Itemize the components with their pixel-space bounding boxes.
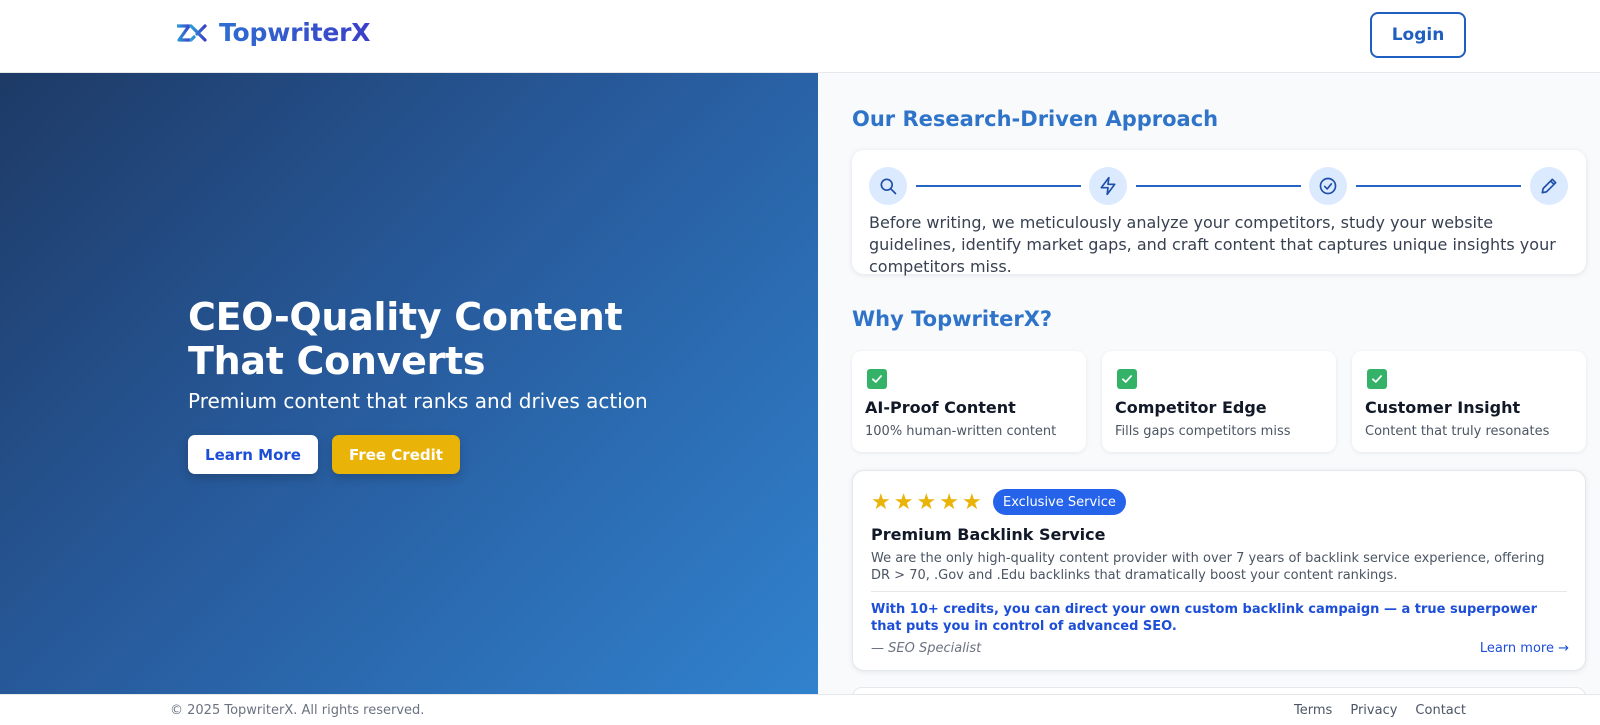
backlink-service-card: ★ ★ ★ ★ ★ Exclusive Service Premium Back… xyxy=(852,470,1586,671)
exclusive-badge: Exclusive Service xyxy=(993,489,1126,515)
backlink-description: We are the only high-quality content pro… xyxy=(871,551,1545,583)
feature-title: Competitor Edge xyxy=(1115,398,1267,417)
feature-description: Fills gaps competitors miss xyxy=(1115,424,1291,439)
checkbox-checked-icon xyxy=(867,369,887,389)
lightning-icon xyxy=(1089,167,1127,205)
star-icon: ★ xyxy=(939,490,959,515)
star-icon: ★ xyxy=(916,490,937,515)
feature-title: Customer Insight xyxy=(1365,398,1521,417)
search-icon xyxy=(869,167,907,205)
logo-mark-icon xyxy=(177,23,207,42)
terms-link[interactable]: Terms xyxy=(1294,703,1332,718)
star-icon: ★ xyxy=(961,490,982,515)
feature-description: 100% human-written content xyxy=(865,424,1057,439)
footer-links: Terms Privacy Contact xyxy=(1294,703,1466,718)
hero-title: CEO-Quality Content That Converts xyxy=(188,295,623,383)
check-circle-icon xyxy=(1309,167,1347,205)
checkbox-checked-icon xyxy=(1117,369,1137,389)
approach-card: Before writing, we meticulously analyze … xyxy=(852,150,1586,276)
step-connector xyxy=(1136,185,1301,187)
approach-description: Before writing, we meticulously analyze … xyxy=(869,213,1556,276)
learn-more-button[interactable]: Learn More xyxy=(188,435,318,474)
site-header: TopwriterX Login xyxy=(0,0,1600,73)
copyright-text: © 2025 TopwriterX. All rights reserved. xyxy=(170,703,425,718)
backlink-learn-more-link[interactable]: Learn more → xyxy=(1480,641,1569,656)
step-connector xyxy=(916,185,1081,187)
why-title: Why TopwriterX? xyxy=(852,307,1053,331)
login-button[interactable]: Login xyxy=(1370,12,1466,58)
free-credit-button[interactable]: Free Credit xyxy=(332,435,460,474)
feature-card: Competitor Edge Fills gaps competitors m… xyxy=(1102,351,1336,452)
star-icon: ★ xyxy=(893,490,914,515)
checkbox-checked-icon xyxy=(1367,369,1387,389)
star-rating: ★ ★ ★ ★ ★ xyxy=(871,492,982,514)
logo[interactable]: TopwriterX xyxy=(175,18,371,47)
pencil-icon xyxy=(1530,167,1568,205)
feature-description: Content that truly resonates xyxy=(1365,424,1550,439)
feature-title: AI-Proof Content xyxy=(865,398,1016,417)
next-card xyxy=(852,687,1586,694)
testimonial-author: — SEO Specialist xyxy=(871,641,982,656)
star-icon: ★ xyxy=(871,490,891,515)
feature-card: Customer Insight Content that truly reso… xyxy=(1352,351,1586,452)
backlink-title: Premium Backlink Service xyxy=(871,525,1106,544)
feature-card: AI-Proof Content 100% human-written cont… xyxy=(852,351,1086,452)
approach-title: Our Research-Driven Approach xyxy=(852,107,1219,131)
site-footer: © 2025 TopwriterX. All rights reserved. … xyxy=(0,694,1600,725)
divider xyxy=(871,591,1567,592)
testimonial-quote: With 10+ credits, you can direct your ow… xyxy=(871,602,1537,634)
step-connector xyxy=(1356,185,1521,187)
brand-name: TopwriterX xyxy=(219,18,371,47)
privacy-link[interactable]: Privacy xyxy=(1350,703,1397,718)
hero-section: CEO-Quality Content That Converts Premiu… xyxy=(0,73,818,694)
info-panel: Our Research-Driven Approach Before writ… xyxy=(818,73,1600,694)
contact-link[interactable]: Contact xyxy=(1415,703,1466,718)
hero-subtitle: Premium content that ranks and drives ac… xyxy=(188,389,648,413)
